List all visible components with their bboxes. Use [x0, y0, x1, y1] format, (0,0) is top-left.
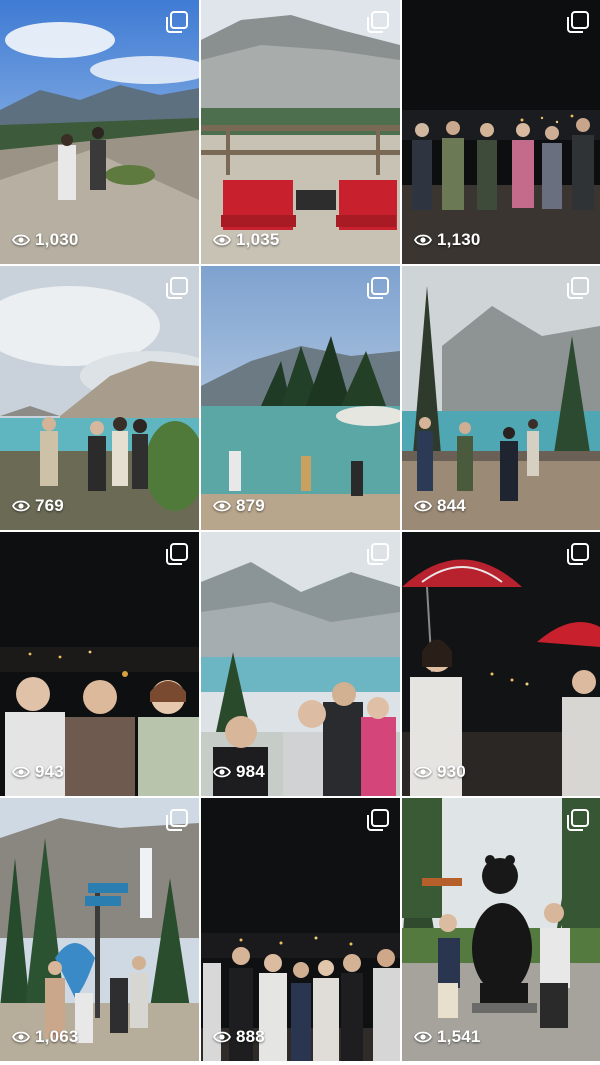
post-tile[interactable]: 879 [201, 266, 400, 530]
eye-icon [12, 1031, 30, 1043]
view-count: 984 [213, 762, 265, 782]
eye-icon [414, 500, 432, 512]
multiple-photos-icon [367, 277, 389, 299]
multiple-photos-icon [166, 277, 188, 299]
view-count-label: 1,030 [35, 230, 79, 249]
eye-icon [213, 766, 231, 778]
view-count: 1,130 [414, 230, 481, 250]
post-tile[interactable]: 888 [201, 798, 400, 1061]
multiple-photos-icon [567, 809, 589, 831]
eye-icon [414, 1031, 432, 1043]
post-photo [201, 266, 400, 530]
post-tile[interactable]: 1,063 [0, 798, 199, 1061]
post-photo [402, 266, 600, 530]
view-count-label: 844 [437, 496, 466, 515]
multiple-photos-icon [567, 543, 589, 565]
view-count-label: 943 [35, 762, 64, 781]
view-count: 930 [414, 762, 466, 782]
view-count: 1,541 [414, 1027, 481, 1047]
post-photo [0, 266, 199, 530]
post-tile[interactable]: 1,030 [0, 0, 199, 264]
view-count: 879 [213, 496, 265, 516]
eye-icon [12, 766, 30, 778]
eye-icon [414, 766, 432, 778]
photo-grid: 1,030 1,035 1,130 769 879 844 943 984 93… [0, 0, 600, 1065]
view-count-label: 879 [236, 496, 265, 515]
post-photo [0, 532, 199, 796]
view-count: 888 [213, 1027, 265, 1047]
view-count-label: 930 [437, 762, 466, 781]
post-tile[interactable]: 943 [0, 532, 199, 796]
view-count-label: 769 [35, 496, 64, 515]
view-count-label: 1,130 [437, 230, 481, 249]
eye-icon [12, 234, 30, 246]
view-count-label: 1,035 [236, 230, 280, 249]
eye-icon [414, 234, 432, 246]
post-photo [201, 532, 400, 796]
multiple-photos-icon [367, 809, 389, 831]
eye-icon [213, 1031, 231, 1043]
view-count: 844 [414, 496, 466, 516]
eye-icon [213, 234, 231, 246]
multiple-photos-icon [367, 11, 389, 33]
multiple-photos-icon [166, 809, 188, 831]
post-tile[interactable]: 769 [0, 266, 199, 530]
view-count: 943 [12, 762, 64, 782]
multiple-photos-icon [567, 277, 589, 299]
post-tile[interactable]: 1,035 [201, 0, 400, 264]
post-photo [201, 798, 400, 1061]
post-tile[interactable]: 930 [402, 532, 600, 796]
post-photo [0, 0, 199, 264]
post-photo [201, 0, 400, 264]
post-tile[interactable]: 984 [201, 532, 400, 796]
post-tile[interactable]: 1,541 [402, 798, 600, 1061]
view-count-label: 1,541 [437, 1027, 481, 1046]
multiple-photos-icon [367, 543, 389, 565]
view-count: 1,030 [12, 230, 79, 250]
multiple-photos-icon [166, 543, 188, 565]
post-tile[interactable]: 844 [402, 266, 600, 530]
post-photo [0, 798, 199, 1061]
view-count: 1,035 [213, 230, 280, 250]
eye-icon [12, 500, 30, 512]
post-photo [402, 798, 600, 1061]
eye-icon [213, 500, 231, 512]
multiple-photos-icon [567, 11, 589, 33]
view-count-label: 888 [236, 1027, 265, 1046]
view-count-label: 1,063 [35, 1027, 79, 1046]
view-count: 769 [12, 496, 64, 516]
view-count: 1,063 [12, 1027, 79, 1047]
multiple-photos-icon [166, 11, 188, 33]
post-tile[interactable]: 1,130 [402, 0, 600, 264]
post-photo [402, 532, 600, 796]
view-count-label: 984 [236, 762, 265, 781]
post-photo [402, 0, 600, 264]
